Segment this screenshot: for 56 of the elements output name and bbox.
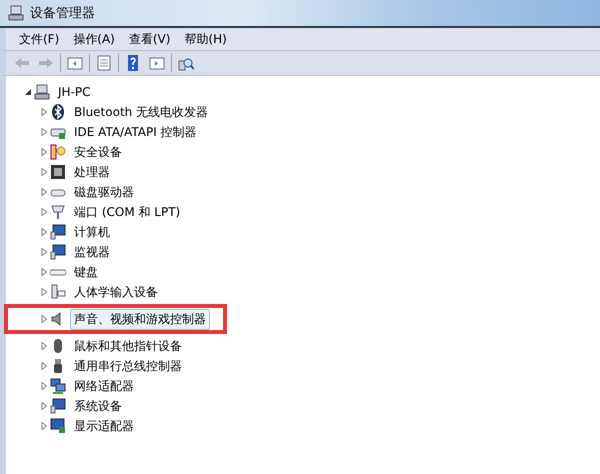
expand-arrow-icon[interactable] (40, 288, 48, 296)
tree-item[interactable]: 安全设备 (70, 142, 126, 162)
expand-arrow-icon[interactable] (40, 208, 48, 216)
tree-item[interactable]: 声音、视频和游戏控制器 (70, 308, 210, 330)
tree-item[interactable]: 监视器 (70, 242, 114, 262)
tree-item[interactable]: 通用串行总线控制器 (70, 356, 186, 376)
panel-icon (149, 55, 165, 71)
menu-item[interactable]: 文件(F) (14, 28, 64, 50)
expand-arrow-icon[interactable] (40, 268, 48, 276)
expand-arrow-icon[interactable] (40, 188, 48, 196)
expand-arrow-icon[interactable] (40, 228, 48, 236)
expand-arrow-icon[interactable] (40, 148, 48, 156)
menu-item[interactable]: 操作(A) (68, 28, 120, 50)
help-icon (125, 55, 141, 71)
expand-arrow-icon[interactable] (40, 248, 48, 256)
expand-arrow-icon[interactable] (40, 362, 48, 370)
tree-item[interactable]: 键盘 (70, 262, 102, 282)
tree-item[interactable]: JH-PC (54, 83, 95, 101)
tree-item[interactable]: 网络适配器 (70, 376, 138, 396)
tree-item[interactable]: 计算机 (70, 222, 114, 242)
back-arrow-icon (14, 55, 30, 71)
tree-item[interactable]: IDE ATA/ATAPI 控制器 (70, 122, 201, 142)
expand-arrow-icon[interactable] (40, 402, 48, 410)
expand-arrow-icon[interactable] (40, 422, 48, 430)
display-adapter-icon (50, 418, 66, 434)
collapse-arrow-icon[interactable] (24, 88, 32, 96)
input-device-icon (50, 284, 66, 300)
tree-item[interactable]: 端口 (COM 和 LPT) (70, 202, 184, 222)
window-title: 设备管理器 (30, 5, 95, 22)
tree-item[interactable]: 显示适配器 (70, 416, 138, 436)
tree-item[interactable]: 磁盘驱动器 (70, 182, 138, 202)
bluetooth-icon (50, 104, 66, 120)
panel-icon (67, 55, 83, 71)
chip-icon (50, 164, 66, 180)
expand-arrow-icon[interactable] (40, 128, 48, 136)
monitor-icon (50, 224, 66, 240)
forward-arrow-icon (38, 55, 54, 71)
monitor-icon (50, 398, 66, 414)
tree-item[interactable]: 系统设备 (70, 396, 126, 416)
tree-item[interactable]: Bluetooth 无线电收发器 (70, 102, 212, 122)
expand-arrow-icon[interactable] (40, 315, 48, 323)
tree-item[interactable]: 人体学输入设备 (70, 282, 162, 302)
expand-arrow-icon[interactable] (40, 168, 48, 176)
menu-item[interactable]: 查看(V) (124, 28, 176, 50)
computer-icon (8, 5, 24, 21)
menu-item[interactable]: 帮助(H) (179, 28, 232, 50)
monitor-icon (50, 244, 66, 260)
tree-item[interactable]: 鼠标和其他指针设备 (70, 336, 186, 356)
tree-item[interactable]: 处理器 (70, 162, 114, 182)
expand-arrow-icon[interactable] (40, 342, 48, 350)
expand-arrow-icon[interactable] (40, 108, 48, 116)
computer-icon (34, 84, 50, 100)
expand-arrow-icon[interactable] (40, 382, 48, 390)
network-icon (50, 378, 66, 394)
port-icon (50, 204, 66, 220)
properties-icon (96, 55, 112, 71)
